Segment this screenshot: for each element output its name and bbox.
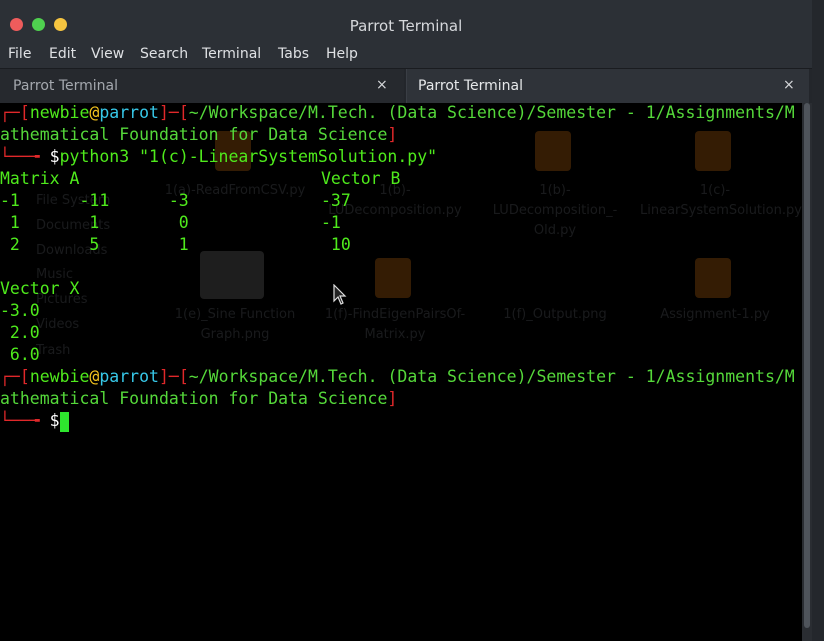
vector-x-value: 2.0 [0, 323, 40, 342]
background-sidebar-item: Trash [36, 343, 71, 358]
menu-search[interactable]: Search [140, 46, 188, 62]
prompt-path: ~/Workspace/M.Tech. (Data Science)/Semes… [188, 103, 795, 122]
prompt-path: ~/Workspace/M.Tech. (Data Science)/Semes… [188, 367, 795, 386]
output-label: Vector B [321, 169, 401, 188]
prompt-dollar: $ [49, 147, 60, 166]
prompt-dollar: $ [49, 411, 60, 430]
file-icon [695, 131, 731, 171]
tab-terminal-2[interactable]: Parrot Terminal × [406, 69, 809, 103]
prompt-line: athematical Foundation for Data Science] [0, 125, 397, 144]
prompt-path: athematical Foundation for Data Science [0, 389, 388, 408]
prompt-user: newbie [29, 367, 90, 386]
prompt-bracket: ┌─[ [0, 367, 30, 386]
prompt-bracket: ┌─[ [0, 103, 30, 122]
menu-edit[interactable]: Edit [49, 46, 76, 62]
background-file-label: Assignment-1.py [660, 307, 770, 322]
prompt-at: @ [89, 103, 100, 122]
prompt-host: parrot [99, 103, 159, 122]
tab-bar: Parrot Terminal × Parrot Terminal × [0, 68, 812, 103]
close-tab-icon[interactable]: × [783, 77, 795, 93]
matrix-row: -1 -11 -3 [0, 191, 189, 210]
output-label: Vector X [0, 279, 80, 298]
close-tab-icon[interactable]: × [376, 77, 388, 93]
text-cursor [59, 411, 69, 432]
menu-help[interactable]: Help [326, 46, 358, 62]
vector-x-value: 6.0 [0, 345, 40, 364]
prompt-path: athematical Foundation for Data Science [0, 125, 388, 144]
background-file-label: 1(b)-LUDecomposition_-Old.py [492, 183, 618, 238]
background-file-label: 1(f)_Output.png [503, 307, 607, 322]
matrix-row: 1 1 0 [0, 213, 189, 232]
command-text: python3 "1(c)-LinearSystemSolution.py" [59, 147, 438, 166]
file-icon [695, 258, 731, 298]
prompt-arrow: └──╼ [0, 411, 50, 430]
prompt-host: parrot [99, 367, 159, 386]
vector-b-value: -1 [321, 213, 341, 232]
vector-b-value: -37 [321, 191, 351, 210]
prompt-at: @ [89, 367, 100, 386]
tab-label: Parrot Terminal [418, 78, 524, 94]
file-icon [375, 258, 411, 298]
prompt-line: athematical Foundation for Data Science] [0, 389, 397, 408]
prompt-bracket: ] [387, 125, 398, 144]
tab-terminal-1[interactable]: Parrot Terminal × [0, 69, 404, 103]
prompt-arrow: └──╼ [0, 147, 50, 166]
command-line: └──╼ $python3 "1(c)-LinearSystemSolution… [0, 147, 437, 166]
prompt-user: newbie [29, 103, 90, 122]
matrix-row: 2 5 1 [0, 235, 189, 254]
command-line[interactable]: └──╼ $ [0, 411, 69, 432]
prompt-bracket: ] [387, 389, 398, 408]
menu-file[interactable]: File [8, 46, 31, 62]
background-sidebar-item: Videos [36, 317, 80, 332]
vector-b-value: 10 [321, 235, 351, 254]
prompt-bracket: ]─[ [158, 103, 189, 122]
window-title: Parrot Terminal [349, 17, 463, 35]
menu-terminal[interactable]: Terminal [202, 46, 261, 62]
prompt-line: ┌─[newbie@parrot]─[~/Workspace/M.Tech. (… [0, 103, 795, 122]
desktop-edge [812, 0, 824, 641]
vector-x-value: -3.0 [0, 301, 40, 320]
mouse-pointer-icon [333, 284, 347, 305]
image-thumbnail-icon [200, 251, 264, 299]
output-label: Matrix A [0, 169, 80, 188]
terminal-scrollbar[interactable] [802, 103, 812, 641]
terminal-window: Parrot Terminal File Edit View Search Te… [0, 0, 812, 641]
prompt-line: ┌─[newbie@parrot]─[~/Workspace/M.Tech. (… [0, 367, 795, 386]
menu-bar: File Edit View Search Terminal Tabs Help [0, 40, 812, 68]
background-file-label: 1(c)-LinearSystemSolution.py [640, 183, 802, 218]
scrollbar-thumb[interactable] [804, 103, 810, 628]
prompt-bracket: ]─[ [158, 367, 189, 386]
menu-tabs[interactable]: Tabs [278, 46, 309, 62]
file-icon [535, 131, 571, 171]
background-file-label: 1(e)_Sine Function Graph.png [174, 307, 296, 342]
background-file-label: 1(f)-FindEigenPairsOf-Matrix.py [324, 307, 466, 342]
tab-label: Parrot Terminal [13, 78, 119, 94]
terminal-output-area[interactable]: 1(a)-ReadFromCSV.py 1(b)-LUDecomposition… [0, 103, 802, 641]
menu-view[interactable]: View [91, 46, 124, 62]
title-bar[interactable]: Parrot Terminal [0, 0, 812, 40]
